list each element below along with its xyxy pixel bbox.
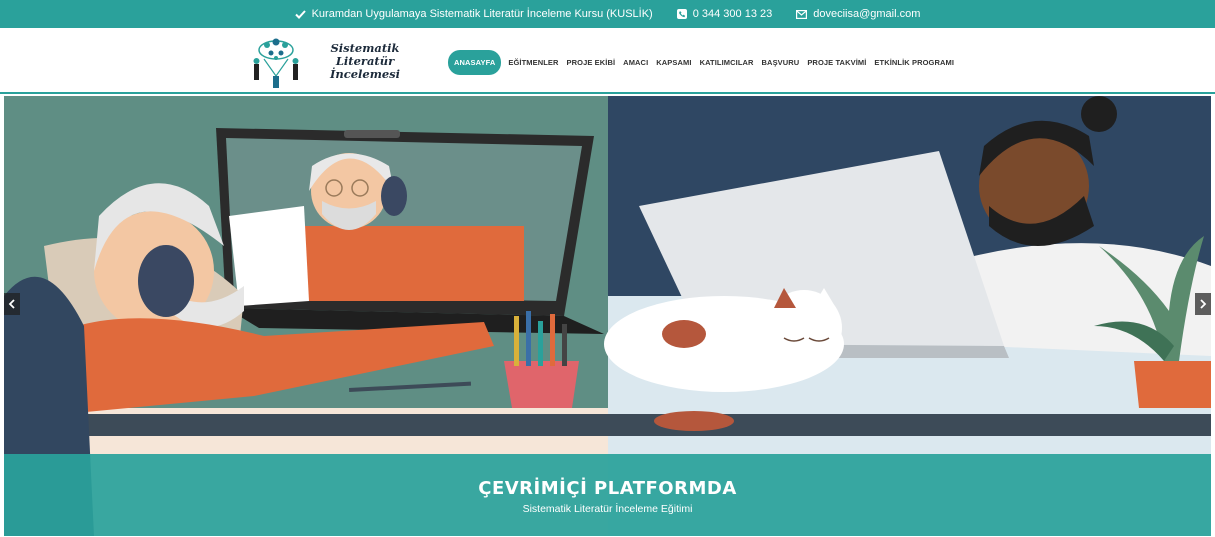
logo-emblem-icon: [253, 38, 299, 88]
logo-text: Sistematik Literatür İncelemesi: [310, 40, 420, 81]
top-info-bar: Kuramdan Uygulamaya Sistematik Literatür…: [0, 0, 1215, 28]
nav-item-anasayfa[interactable]: ANASAYFA: [448, 50, 502, 75]
nav-item-basvuru[interactable]: BAŞVURU: [762, 58, 800, 67]
main-navigation: ANASAYFA EĞİTMENLER PROJE EKİBİ AMACI KA…: [448, 50, 962, 75]
chevron-right-icon: [1200, 299, 1207, 309]
nav-item-egitmenler[interactable]: EĞİTMENLER: [508, 58, 558, 67]
nav-item-proje-ekibi[interactable]: PROJE EKİBİ: [567, 58, 616, 67]
phone-icon: [676, 9, 687, 19]
logo-line-2: İncelemesi: [329, 66, 401, 81]
course-info: Kuramdan Uygulamaya Sistematik Literatür…: [294, 8, 653, 20]
nav-item-etkinlik-programi[interactable]: ETKİNLİK PROGRAMI: [874, 58, 954, 67]
slider-caption: ÇEVRİMİÇİ PLATFORMDA Sistematik Literatü…: [4, 454, 1211, 536]
course-name: Kuramdan Uygulamaya Sistematik Literatür…: [311, 8, 653, 20]
site-header: Sistematik Literatür İncelemesi ANASAYFA…: [0, 28, 1215, 94]
nav-item-kapsami[interactable]: KAPSAMI: [656, 58, 691, 67]
slider-title: ÇEVRİMİÇİ PLATFORMDA: [478, 478, 737, 499]
email-info[interactable]: doveciisa@gmail.com: [796, 8, 920, 20]
nav-item-proje-takvimi[interactable]: PROJE TAKVİMİ: [807, 58, 866, 67]
slider-subtitle: Sistematik Literatür İnceleme Eğitimi: [522, 503, 693, 515]
email-address[interactable]: doveciisa@gmail.com: [813, 8, 920, 20]
phone-info[interactable]: 0 344 300 13 23: [676, 8, 773, 20]
slider-prev-button[interactable]: [4, 293, 20, 315]
nav-item-katilimcilar[interactable]: KATILIMCILAR: [700, 58, 754, 67]
chevron-left-icon: [8, 299, 15, 309]
envelope-icon: [796, 9, 808, 19]
check-icon: [294, 9, 306, 19]
logo-line-1: Sistematik Literatür: [330, 40, 400, 68]
hero-slider: ÇEVRİMİÇİ PLATFORMDA Sistematik Literatü…: [4, 96, 1211, 536]
nav-item-amaci[interactable]: AMACI: [623, 58, 648, 67]
slider-next-button[interactable]: [1195, 293, 1211, 315]
phone-number[interactable]: 0 344 300 13 23: [693, 8, 773, 20]
site-logo[interactable]: Sistematik Literatür İncelemesi: [246, 32, 436, 90]
